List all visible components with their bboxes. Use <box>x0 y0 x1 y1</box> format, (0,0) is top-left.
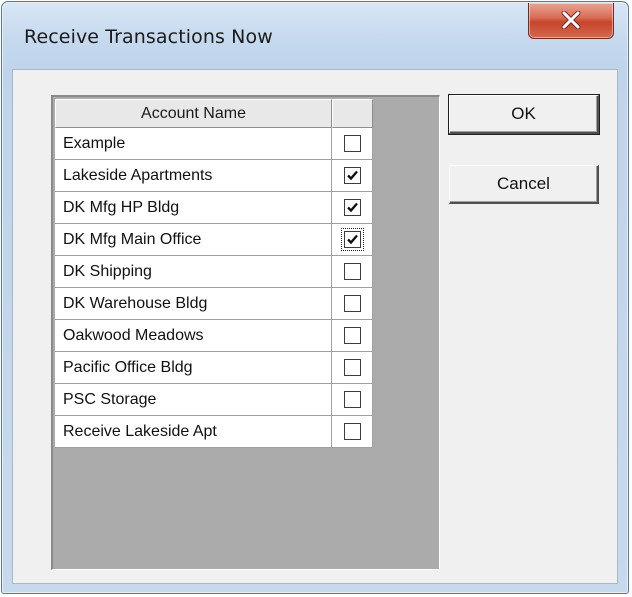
account-checkbox[interactable] <box>344 199 361 216</box>
account-checkbox[interactable] <box>344 391 361 408</box>
close-button[interactable] <box>528 3 614 39</box>
account-name-cell[interactable]: DK Mfg HP Bldg <box>55 192 332 224</box>
table-row[interactable]: DK Mfg Main Office <box>55 224 373 256</box>
account-checkbox[interactable] <box>344 167 361 184</box>
table-row[interactable]: DK Warehouse Bldg <box>55 288 373 320</box>
select-cell <box>332 160 373 192</box>
account-name-cell[interactable]: DK Mfg Main Office <box>55 224 332 256</box>
select-cell <box>332 128 373 160</box>
account-grid: Account Name Example Lakeside Apartments D… <box>55 99 373 448</box>
select-cell <box>332 384 373 416</box>
dialog-client-area: Account Name Example Lakeside Apartments D… <box>12 69 618 584</box>
table-row[interactable]: Example <box>55 128 373 160</box>
table-row[interactable]: Oakwood Meadows <box>55 320 373 352</box>
grid-header: Account Name <box>55 99 373 128</box>
account-name-cell[interactable]: Lakeside Apartments <box>55 160 332 192</box>
account-checkbox[interactable] <box>344 359 361 376</box>
account-checkbox[interactable] <box>344 263 361 280</box>
dialog-window: Receive Transactions Now Account Name Ex… <box>1 1 629 594</box>
cancel-button[interactable]: Cancel <box>449 165 599 204</box>
select-cell <box>332 288 373 320</box>
account-name-cell[interactable]: Receive Lakeside Apt <box>55 416 332 448</box>
grid-rows: Example Lakeside Apartments DK Mfg HP Bldg… <box>55 128 373 448</box>
ok-button[interactable]: OK <box>448 94 600 135</box>
account-checkbox[interactable] <box>344 135 361 152</box>
account-name-cell[interactable]: Oakwood Meadows <box>55 320 332 352</box>
select-cell <box>332 416 373 448</box>
table-row[interactable]: Receive Lakeside Apt <box>55 416 373 448</box>
select-cell <box>332 256 373 288</box>
checkmark-icon <box>347 234 358 245</box>
select-cell <box>332 192 373 224</box>
account-list-frame: Account Name Example Lakeside Apartments D… <box>51 95 440 570</box>
account-name-cell[interactable]: Pacific Office Bldg <box>55 352 332 384</box>
select-cell <box>332 352 373 384</box>
close-icon <box>561 11 581 29</box>
account-name-cell[interactable]: DK Warehouse Bldg <box>55 288 332 320</box>
table-row[interactable]: DK Mfg HP Bldg <box>55 192 373 224</box>
account-name-cell[interactable]: PSC Storage <box>55 384 332 416</box>
account-checkbox[interactable] <box>341 228 364 251</box>
account-checkbox[interactable] <box>344 423 361 440</box>
checkmark-icon <box>347 170 358 181</box>
column-header-select[interactable] <box>332 99 373 128</box>
account-name-cell[interactable]: Example <box>55 128 332 160</box>
account-checkbox[interactable] <box>344 295 361 312</box>
account-checkbox[interactable] <box>344 327 361 344</box>
column-header-account-name[interactable]: Account Name <box>55 99 332 128</box>
account-name-cell[interactable]: DK Shipping <box>55 256 332 288</box>
table-row[interactable]: DK Shipping <box>55 256 373 288</box>
select-cell <box>332 320 373 352</box>
table-row[interactable]: Pacific Office Bldg <box>55 352 373 384</box>
checkmark-icon <box>347 202 358 213</box>
table-row[interactable]: Lakeside Apartments <box>55 160 373 192</box>
select-cell <box>332 224 373 256</box>
window-title: Receive Transactions Now <box>24 26 273 48</box>
table-row[interactable]: PSC Storage <box>55 384 373 416</box>
